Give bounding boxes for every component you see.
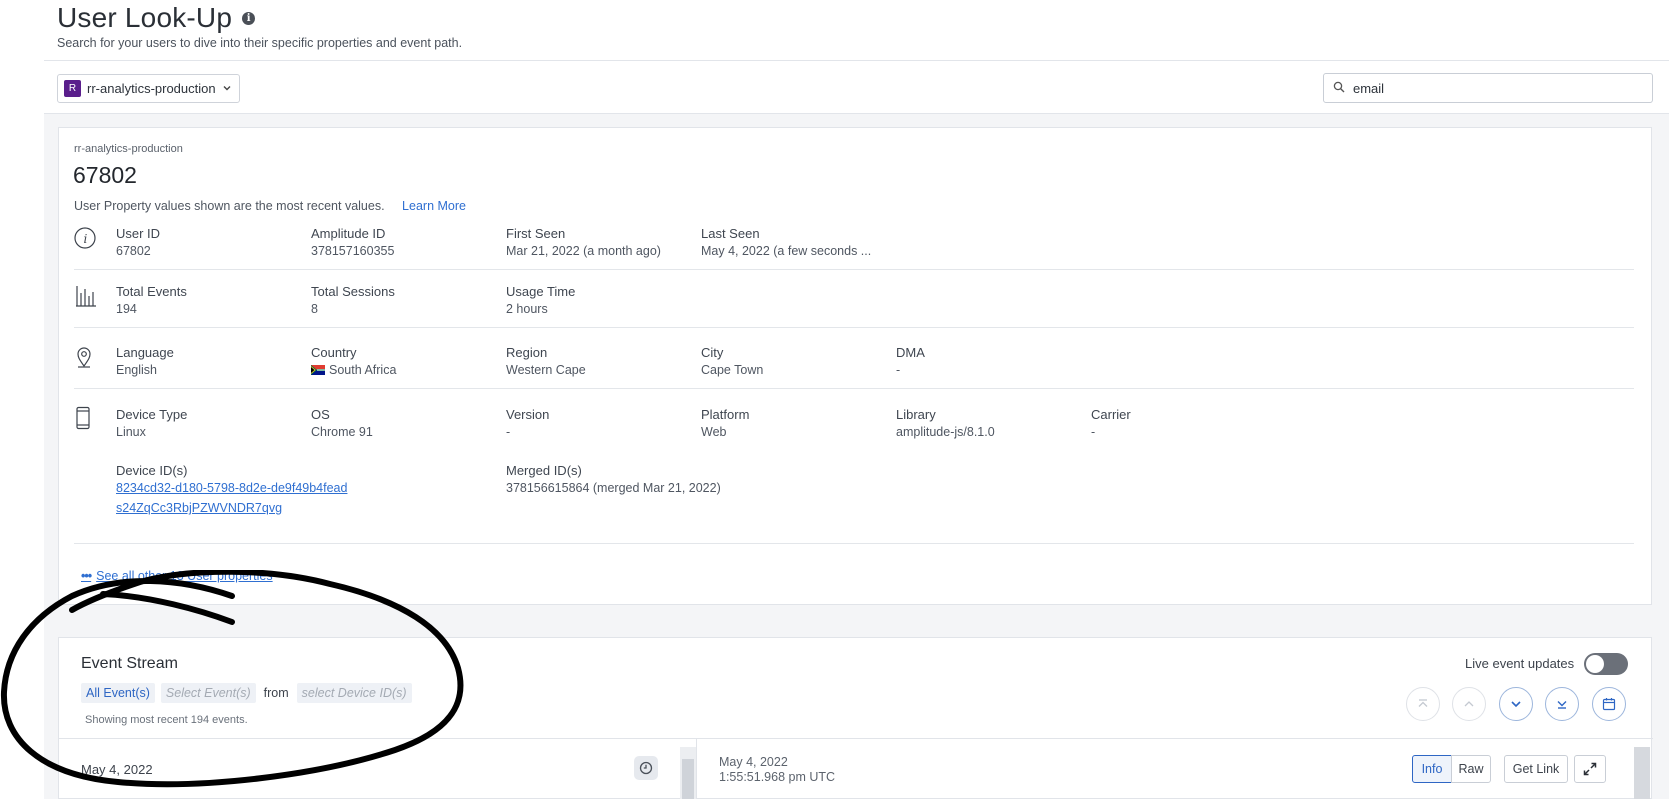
date-picker-button[interactable] (1592, 687, 1626, 721)
expand-button[interactable] (1574, 755, 1606, 783)
live-updates-toggle[interactable] (1584, 653, 1628, 675)
more-dots-icon: ••• (81, 569, 92, 583)
prop-platform: Platform Web (701, 407, 750, 439)
toggle-knob (1586, 655, 1604, 673)
event-stream-card: Event Stream All Event(s) Select Event(s… (58, 637, 1653, 799)
user-profile-card: rr-analytics-production 67802 User Prope… (58, 127, 1652, 605)
location-section: Language English Country South Africa Re… (74, 343, 1634, 389)
prop-library: Library amplitude-js/8.1.0 (896, 407, 995, 439)
south-africa-flag-icon (310, 364, 325, 375)
device-id-link[interactable]: 8234cd32-d180-5798-8d2e-de9f49b4fead (116, 481, 347, 495)
prop-version: Version - (506, 407, 550, 439)
page-subtitle: Search for your users to dive into their… (57, 36, 463, 50)
double-chevron-up-icon (1418, 699, 1428, 707)
prop-os: OS Chrome 91 (311, 407, 373, 439)
select-device-ids-filter[interactable]: select Device ID(s) (296, 683, 412, 703)
prop-usage-time: Usage Time 2 hours (506, 284, 576, 316)
mobile-device-icon (74, 406, 100, 432)
device-section: Device Type Linux OS Chrome 91 Version -… (74, 404, 1634, 544)
prop-device-ids: Device ID(s) 8234cd32-d180-5798-8d2e-de9… (116, 463, 348, 515)
double-chevron-down-icon (1557, 701, 1567, 709)
event-detail-time: 1:55:51.968 pm UTC (719, 770, 836, 784)
expand-icon (1583, 762, 1597, 776)
events-count-text: Showing most recent 194 events. (85, 714, 248, 726)
previous-event-button[interactable] (1452, 687, 1486, 721)
prop-city: City Cape Town (701, 345, 764, 377)
see-all-properties-link[interactable]: ••• See all other 13 User properties (81, 569, 273, 583)
bar-chart-icon (74, 284, 100, 310)
prop-device-type: Device Type Linux (116, 407, 188, 439)
device-id-link[interactable]: s24ZqCc3RbjPZWVNDR7qvg (116, 501, 347, 515)
svg-text:i: i (84, 232, 88, 246)
user-display-id: 67802 (73, 162, 137, 188)
prop-first-seen: First Seen Mar 21, 2022 (a month ago) (506, 226, 661, 258)
prop-merged-ids: Merged ID(s) 378156615864 (merged Mar 21… (506, 463, 721, 495)
page-header: User Look-Up i Search for your users to … (57, 0, 1657, 50)
chevron-down-icon (1511, 701, 1521, 708)
info-view-button[interactable]: Info (1412, 755, 1452, 783)
event-detail-timestamp: May 4, 2022 1:55:51.968 pm UTC (719, 755, 835, 785)
event-stream-body: May 4, 2022 May 4, 2022 1:55:51.968 pm U… (59, 738, 1653, 799)
profile-note-text: User Property values shown are the most … (74, 199, 385, 213)
event-list-date: May 4, 2022 (81, 762, 153, 777)
filter-from-text: from (263, 686, 289, 700)
prop-region: Region Western Cape (506, 345, 586, 377)
time-format-button[interactable] (634, 756, 658, 780)
info-circle-icon: i (74, 226, 100, 252)
map-pin-icon (74, 345, 100, 371)
event-list-pane: May 4, 2022 (59, 739, 679, 799)
search-input[interactable] (1353, 80, 1633, 96)
next-event-button[interactable] (1499, 687, 1533, 721)
event-detail-scrollbar[interactable] (1634, 747, 1650, 799)
raw-view-button[interactable]: Raw (1451, 755, 1491, 783)
chevron-up-icon (1464, 701, 1474, 707)
project-badge: R (64, 80, 81, 97)
prop-user-id: User ID 67802 (116, 226, 161, 258)
event-filter-row: All Event(s) Select Event(s) from select… (81, 683, 412, 703)
event-stream-title: Event Stream (81, 655, 178, 672)
jump-to-last-button[interactable] (1545, 687, 1579, 721)
page-title: User Look-Up (57, 2, 233, 33)
toolbar: R rr-analytics-production (44, 60, 1669, 114)
prop-dma: DMA - (896, 345, 925, 377)
search-icon (1333, 81, 1345, 96)
live-updates-label: Live event updates (1465, 656, 1575, 671)
prop-carrier: Carrier - (1091, 407, 1131, 439)
prop-total-events: Total Events 194 (116, 284, 187, 316)
clock-icon (639, 761, 653, 775)
prop-last-seen: Last Seen May 4, 2022 (a few seconds ... (701, 226, 872, 258)
project-name: rr-analytics-production (87, 81, 216, 96)
select-events-filter[interactable]: Select Event(s) (160, 683, 256, 703)
identity-section: i User ID 67802 Amplitude ID 37815716035… (74, 224, 1634, 270)
info-icon[interactable]: i (242, 11, 256, 25)
all-events-filter[interactable]: All Event(s) (81, 683, 155, 703)
prop-country: Country South Africa (310, 345, 397, 377)
jump-to-first-button[interactable] (1406, 687, 1440, 721)
profile-project-label: rr-analytics-production (74, 143, 183, 155)
pane-divider (696, 739, 697, 799)
event-detail-date: May 4, 2022 (719, 755, 788, 769)
learn-more-link[interactable]: Learn More (402, 199, 466, 213)
event-list-scroll-thumb[interactable] (682, 759, 694, 799)
chevron-down-icon (223, 84, 231, 93)
prop-language: Language English (116, 345, 174, 377)
prop-amplitude-id: Amplitude ID 378157160355 (311, 226, 395, 258)
usage-section: Total Events 194 Total Sessions 8 Usage … (74, 282, 1634, 328)
user-search-box[interactable] (1323, 73, 1653, 103)
calendar-icon (1602, 698, 1616, 711)
get-link-button[interactable]: Get Link (1504, 755, 1568, 783)
prop-total-sessions: Total Sessions 8 (311, 284, 395, 316)
profile-note: User Property values shown are the most … (74, 199, 466, 213)
project-select[interactable]: R rr-analytics-production (57, 74, 240, 103)
